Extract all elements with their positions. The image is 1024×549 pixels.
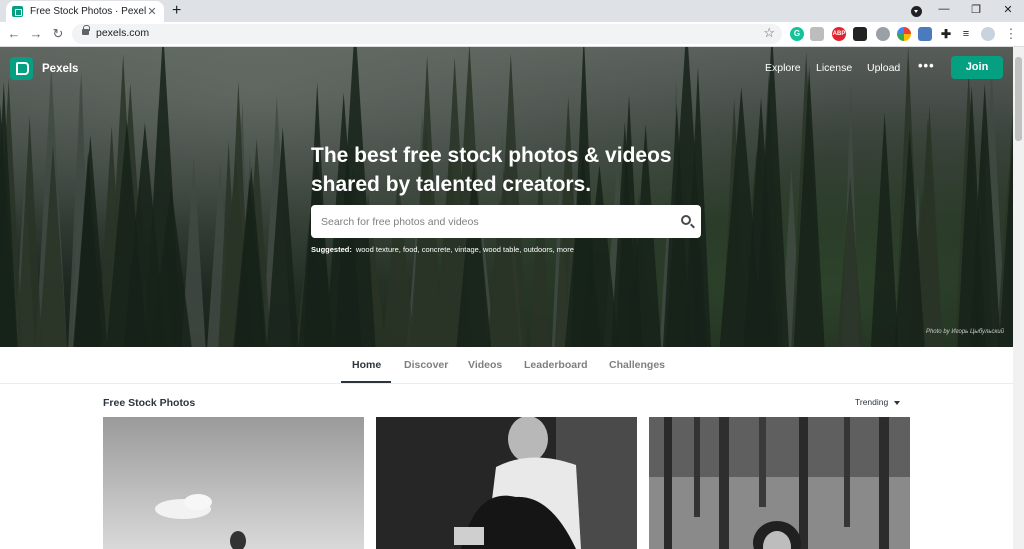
photo-card-2[interactable] — [376, 417, 637, 549]
tab-videos[interactable]: Videos — [468, 359, 502, 371]
search-icon[interactable] — [681, 215, 691, 225]
sort-label: Trending — [855, 397, 889, 407]
photo-credit[interactable]: Photo by Игорь Цыбульский — [926, 329, 1004, 335]
browser-tabstrip: Free Stock Photos · Pexels ✕ + — ❐ ✕ — [0, 0, 1024, 22]
nav-explore[interactable]: Explore — [765, 62, 801, 74]
section-title: Free Stock Photos — [103, 397, 196, 409]
sort-dropdown[interactable]: Trending — [855, 397, 901, 407]
tab-challenges[interactable]: Challenges — [609, 359, 665, 371]
pexels-home-link[interactable]: Pexels — [10, 57, 78, 80]
more-menu-icon[interactable]: ••• — [918, 58, 935, 73]
photo-image — [376, 417, 637, 549]
abp-icon[interactable]: ABP — [832, 27, 846, 41]
back-button[interactable]: ← — [6, 26, 22, 41]
tab-home[interactable]: Home — [352, 359, 381, 371]
browser-tab[interactable]: Free Stock Photos · Pexels ✕ — [6, 1, 164, 22]
color-picker-icon[interactable] — [897, 27, 911, 41]
pexels-favicon-icon — [12, 6, 23, 17]
new-tab-button[interactable]: + — [172, 2, 181, 20]
search-bar — [311, 205, 701, 238]
photo-image — [103, 417, 364, 549]
suggested-searches: Suggested: wood texture, food, concrete, … — [311, 245, 574, 254]
section-tabs: Home Discover Videos Leaderboard Challen… — [0, 347, 1013, 384]
hero-headline: The best free stock photos & videos shar… — [311, 144, 672, 196]
join-button[interactable]: Join — [951, 56, 1003, 79]
brand-name: Pexels — [42, 62, 79, 75]
hero-banner: Pexels Explore License Upload ••• Join T… — [0, 47, 1024, 347]
search-input[interactable] — [311, 205, 671, 238]
active-tab-indicator — [341, 381, 391, 383]
suggested-links[interactable]: wood texture, food, concrete, vintage, w… — [356, 245, 574, 254]
puzzle-icon[interactable]: ✚ — [939, 27, 953, 41]
page-scrollbar[interactable] — [1013, 47, 1024, 549]
reading-list-icon[interactable]: ≡ — [959, 27, 973, 41]
scrollbar-thumb[interactable] — [1015, 57, 1022, 141]
extension-gray-icon[interactable] — [876, 27, 890, 41]
maximize-button[interactable]: ❐ — [966, 3, 986, 16]
photo-image — [649, 417, 910, 549]
nav-upload[interactable]: Upload — [867, 62, 900, 74]
photo-card-1[interactable] — [103, 417, 364, 549]
caret-down-icon — [894, 400, 901, 405]
nav-license[interactable]: License — [816, 62, 852, 74]
lock-icon — [82, 25, 90, 35]
reload-button[interactable]: ↻ — [50, 26, 66, 42]
photo-card-3[interactable] — [649, 417, 910, 549]
browser-toolbar: ← → ↻ pexels.com ☆ G ABP ✚ ≡ ⋮ — [0, 22, 1024, 47]
forward-button[interactable]: → — [28, 26, 44, 41]
suggested-label: Suggested: — [311, 245, 352, 254]
url-text: pexels.com — [96, 27, 150, 39]
close-window-button[interactable]: ✕ — [998, 3, 1018, 16]
minimize-button[interactable]: — — [934, 3, 954, 15]
tab-search-icon[interactable] — [911, 6, 922, 17]
profile-avatar[interactable] — [981, 27, 995, 41]
chrome-menu-icon[interactable]: ⋮ — [1003, 26, 1019, 42]
address-bar[interactable]: pexels.com ☆ — [72, 24, 782, 44]
close-tab-icon[interactable]: ✕ — [146, 5, 158, 18]
grammarly-icon[interactable]: G — [790, 27, 804, 41]
extension-icon[interactable] — [810, 27, 824, 41]
tab-title: Free Stock Photos · Pexels — [30, 6, 146, 17]
tab-discover[interactable]: Discover — [404, 359, 448, 371]
tab-leaderboard[interactable]: Leaderboard — [524, 359, 588, 371]
extension-blue-icon[interactable] — [918, 27, 932, 41]
pexels-logo-icon — [10, 57, 33, 80]
bookmark-star-icon[interactable]: ☆ — [763, 25, 775, 41]
extension-dark-icon[interactable] — [853, 27, 867, 41]
